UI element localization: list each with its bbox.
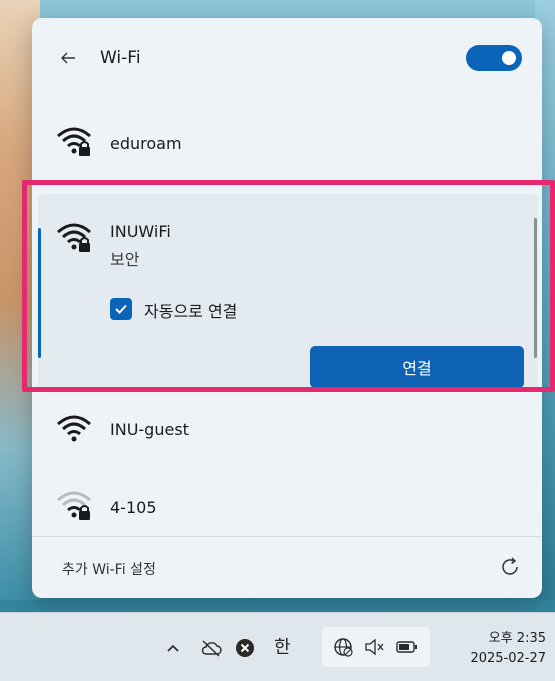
selection-highlight-box [22, 180, 555, 392]
network-name: INU-guest [110, 420, 189, 439]
wifi-lock-icon [57, 127, 91, 156]
onedrive-tray-button[interactable] [198, 635, 224, 661]
ime-indicator[interactable]: 한 [274, 633, 291, 659]
flyout-footer: 추가 Wi-Fi 설정 [32, 536, 542, 598]
battery-tray-icon [394, 634, 420, 660]
network-item-4-105[interactable]: 4-105 [32, 488, 542, 536]
clock-date[interactable]: 2025-02-27 [446, 651, 546, 666]
error-tray-button[interactable] [232, 635, 258, 661]
refresh-icon [502, 557, 518, 575]
show-hidden-icons-button[interactable] [160, 635, 186, 661]
flyout-header: Wi-Fi [32, 18, 542, 94]
network-tray-icon [330, 634, 356, 660]
network-name: eduroam [110, 134, 182, 153]
more-wifi-settings-link[interactable]: 추가 Wi-Fi 설정 [62, 559, 156, 579]
page-title: Wi-Fi [100, 48, 141, 68]
quick-settings-group[interactable] [322, 627, 430, 667]
network-name: 4-105 [110, 498, 157, 517]
network-item-eduroam[interactable]: eduroam [32, 120, 542, 176]
wifi-lock-weak-icon [57, 491, 91, 520]
clock-time[interactable]: 오후 2:35 [466, 627, 546, 646]
volume-tray-icon [362, 634, 388, 660]
volume-mute-icon [365, 638, 384, 656]
arrow-left-icon [61, 52, 75, 64]
toggle-knob [502, 51, 516, 65]
refresh-button[interactable] [496, 553, 524, 581]
wifi-icon [57, 415, 91, 442]
taskbar: 한 오후 2:35 2025-02-27 [0, 612, 555, 681]
network-item-inu-guest[interactable]: INU-guest [32, 408, 542, 464]
wifi-toggle[interactable] [466, 45, 522, 71]
chevron-up-icon [167, 644, 179, 652]
globe-icon [334, 638, 353, 657]
back-button[interactable] [54, 44, 82, 72]
battery-icon [396, 641, 417, 653]
x-circle-icon [236, 639, 254, 657]
cloud-off-icon [201, 640, 222, 657]
